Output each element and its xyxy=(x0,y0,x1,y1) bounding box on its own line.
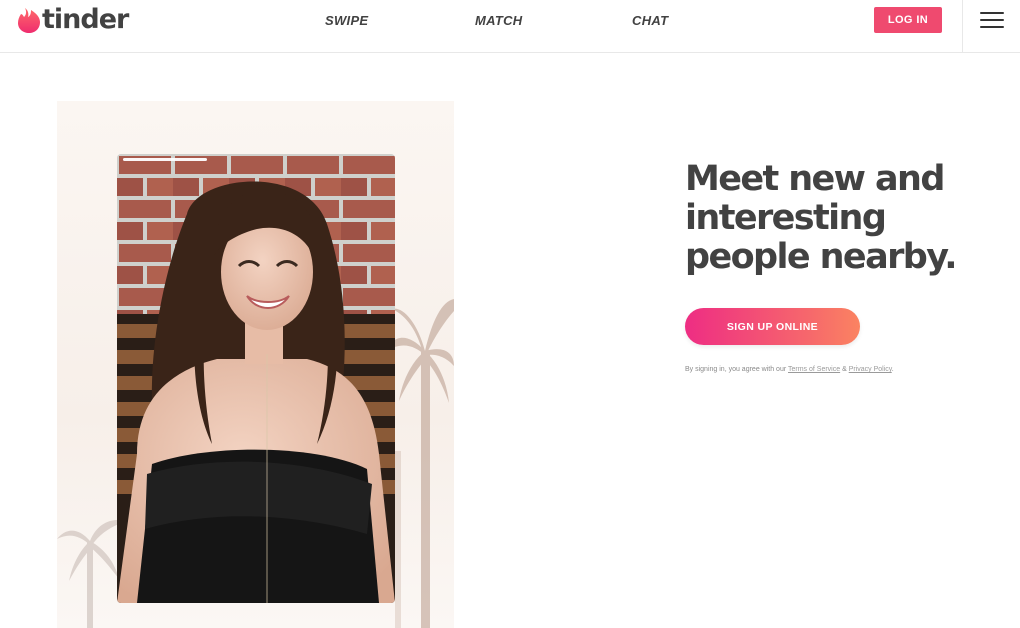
nav-match[interactable]: MATCH xyxy=(475,13,522,28)
hero-headline: Meet new and interesting people nearby. xyxy=(685,159,958,277)
nav-chat[interactable]: CHAT xyxy=(632,13,668,28)
header-divider xyxy=(962,0,963,52)
logo-wordmark: tinder xyxy=(42,4,129,35)
hamburger-menu-icon[interactable] xyxy=(980,12,1004,30)
tinder-logo[interactable]: tinder xyxy=(18,4,129,35)
top-header: tinder SWIPE MATCH CHAT LOG IN xyxy=(0,0,1020,53)
photo-progress-indicator xyxy=(123,158,207,161)
legal-and: & xyxy=(840,366,849,373)
legal-suffix: . xyxy=(891,366,894,373)
flame-icon xyxy=(18,8,40,33)
profile-photo xyxy=(117,154,395,603)
sign-up-online-button[interactable]: SIGN UP ONLINE xyxy=(685,308,860,345)
terms-of-service-link[interactable]: Terms of Service xyxy=(788,366,840,373)
login-button[interactable]: LOG IN xyxy=(874,7,942,33)
nav-swipe[interactable]: SWIPE xyxy=(325,13,368,28)
privacy-policy-link[interactable]: Privacy Policy xyxy=(849,366,892,373)
legal-notice: By signing in, you agree with our Terms … xyxy=(685,366,894,373)
legal-prefix: By signing in, you agree with our xyxy=(685,366,788,373)
palm-tree-image xyxy=(387,299,454,628)
